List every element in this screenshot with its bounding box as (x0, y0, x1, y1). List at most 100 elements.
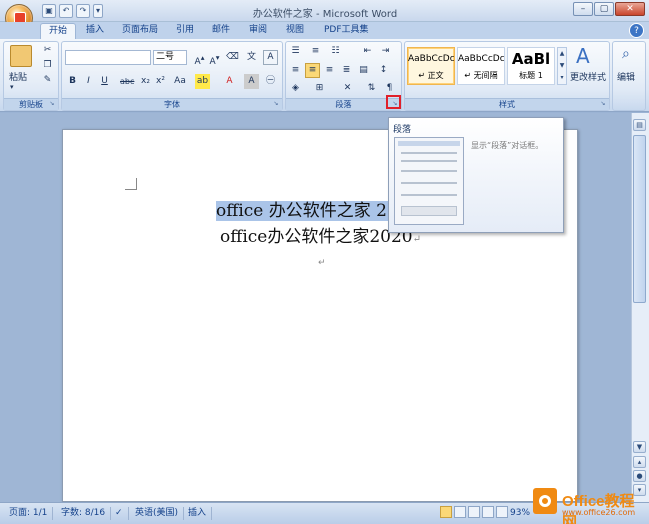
change-styles-icon[interactable]: A (576, 44, 590, 68)
style-normal-sample: AaBbCcDc (408, 54, 455, 64)
change-case-icon[interactable]: Aa (170, 74, 190, 89)
change-styles-label[interactable]: 更改样式 (570, 70, 606, 83)
format-painter-icon[interactable]: ✎ (40, 73, 55, 88)
paragraph-launcher-highlight (386, 95, 401, 109)
paste-dropdown-icon[interactable]: ▾ (10, 83, 14, 91)
align-left-icon[interactable]: ≡ (288, 63, 303, 78)
paste-label[interactable]: 粘贴 (9, 70, 27, 83)
enclose-characters-icon[interactable]: ㊀ (263, 74, 278, 89)
character-shading-icon[interactable]: A (244, 74, 259, 89)
full-screen-icon[interactable] (454, 506, 466, 518)
zoom-level[interactable]: 93% (510, 507, 530, 520)
language-status[interactable]: 英语(美国) (130, 507, 185, 520)
paragraph-tooltip: 段落 显示“段落”对话框。 (388, 117, 564, 233)
customize-qat-icon[interactable]: ▾ (93, 4, 103, 18)
outline-icon[interactable] (482, 506, 494, 518)
find-icon[interactable]: ⌕ (622, 46, 630, 62)
editing-label[interactable]: 编辑 (617, 70, 635, 83)
scroll-down-button[interactable]: ▼ (633, 441, 646, 453)
cut-icon[interactable]: ✂ (40, 43, 55, 58)
font-group-label: 字体 (62, 98, 282, 110)
close-button[interactable]: ✕ (615, 2, 645, 16)
maximize-button[interactable]: ▢ (594, 2, 614, 16)
style-no-spacing[interactable]: AaBbCcDc ↵ 无间隔 (457, 47, 505, 85)
proofing-icon[interactable]: ✓ (110, 507, 129, 520)
decrease-indent-icon[interactable]: ⇤ (360, 44, 375, 59)
sort-icon[interactable]: ⇅ (364, 81, 379, 96)
select-browse-object-icon[interactable]: ● (633, 470, 646, 482)
numbering-icon[interactable]: ≡ (308, 44, 323, 59)
character-border-icon[interactable]: A (263, 50, 278, 65)
insert-mode[interactable]: 插入 (183, 507, 213, 520)
help-icon[interactable]: ? (629, 23, 644, 38)
paste-icon[interactable] (10, 45, 32, 67)
word-count[interactable]: 字数: 8/16 (56, 507, 112, 520)
chinese-layout-icon[interactable]: ✕ (340, 81, 355, 96)
styles-launcher-icon[interactable]: ↘ (599, 100, 607, 108)
clear-format-icon[interactable]: ⌫ (225, 50, 240, 65)
undo-icon[interactable]: ↶ (59, 4, 73, 18)
underline-icon[interactable]: U (97, 74, 112, 89)
italic-icon[interactable]: I (81, 74, 96, 89)
scroll-thumb[interactable] (633, 135, 646, 303)
paragraph-group-label: 段落 (286, 98, 401, 110)
shrink-font-icon[interactable]: A▾ (207, 50, 222, 67)
previous-page-icon[interactable]: ▴ (633, 456, 646, 468)
align-right-icon[interactable]: ≡ (322, 63, 337, 78)
save-icon[interactable]: ▣ (42, 4, 56, 18)
font-launcher-icon[interactable]: ↘ (272, 100, 280, 108)
web-layout-icon[interactable] (468, 506, 480, 518)
distributed-icon[interactable]: ▤ (356, 63, 371, 78)
shading-icon[interactable]: ◈ (288, 81, 303, 96)
style-normal-name: ↵ 正文 (418, 71, 444, 80)
ruler-toggle-icon[interactable]: ▤ (633, 119, 646, 131)
preview-line (401, 152, 457, 154)
font-name-combo[interactable] (65, 50, 151, 65)
style-heading-1-sample: AaBl (511, 50, 551, 68)
align-center-icon[interactable]: ≡ (305, 63, 320, 78)
show-marks-icon[interactable]: ¶ (382, 81, 397, 96)
font-size-combo[interactable]: 二号 (153, 50, 187, 65)
tab-pdf-tools[interactable]: PDF工具集 (316, 23, 377, 39)
phonetic-guide-icon[interactable]: 文 (244, 50, 259, 65)
tab-insert[interactable]: 插入 (78, 23, 112, 39)
highlight-color-icon[interactable]: ab (195, 74, 210, 89)
increase-indent-icon[interactable]: ⇥ (378, 44, 393, 59)
line-2-text[interactable]: office办公软件之家2020 (220, 227, 413, 247)
tab-mailings[interactable]: 邮件 (204, 23, 238, 39)
clipboard-group: 粘贴 ▾ ✂ ❐ ✎ 剪贴板 ↘ (3, 41, 59, 111)
paragraph-group: ☰ ≡ ☷ ⇤ ⇥ ≡ ≡ ≡ ≣ ▤ ↕ ◈ ⊞ ✕ ⇅ ¶ 段落 ↘ (285, 41, 402, 111)
view-buttons (440, 506, 508, 518)
line-spacing-icon[interactable]: ↕ (376, 63, 391, 78)
multilevel-list-icon[interactable]: ☷ (328, 44, 343, 59)
font-color-icon[interactable]: A (222, 74, 237, 89)
print-layout-icon[interactable] (440, 506, 452, 518)
copy-icon[interactable]: ❐ (40, 58, 55, 73)
tab-review[interactable]: 审阅 (241, 23, 275, 39)
styles-scroll-icon[interactable]: ▲ ▼ ▾ (557, 47, 567, 85)
page-count[interactable]: 页面: 1/1 (4, 507, 54, 520)
bold-icon[interactable]: B (65, 74, 80, 89)
draft-icon[interactable] (496, 506, 508, 518)
justify-icon[interactable]: ≣ (339, 63, 354, 78)
clipboard-launcher-icon[interactable]: ↘ (48, 100, 56, 108)
quick-access-toolbar: ▣ ↶ ↷ ▾ (42, 4, 103, 18)
redo-icon[interactable]: ↷ (76, 4, 90, 18)
tab-home[interactable]: 开始 (40, 23, 77, 39)
minimize-button[interactable]: – (573, 2, 593, 16)
style-heading-1[interactable]: AaBl 标题 1 (507, 47, 555, 85)
borders-icon[interactable]: ⊞ (312, 81, 327, 96)
style-no-spacing-name: ↵ 无间隔 (464, 71, 498, 80)
bullets-icon[interactable]: ☰ (288, 44, 303, 59)
strikethrough-icon[interactable]: abc (119, 74, 134, 89)
subscript-icon[interactable]: x₂ (138, 74, 153, 89)
preview-line (401, 182, 457, 184)
preview-box (401, 206, 457, 216)
paragraph-mark: ↵ (412, 234, 421, 245)
tab-references[interactable]: 引用 (168, 23, 202, 39)
style-normal[interactable]: AaBbCcDc ↵ 正文 (407, 47, 455, 85)
tab-view[interactable]: 视图 (278, 23, 312, 39)
tab-page-layout[interactable]: 页面布局 (114, 23, 166, 39)
superscript-icon[interactable]: x² (153, 74, 168, 89)
grow-font-icon[interactable]: A▴ (192, 50, 207, 67)
